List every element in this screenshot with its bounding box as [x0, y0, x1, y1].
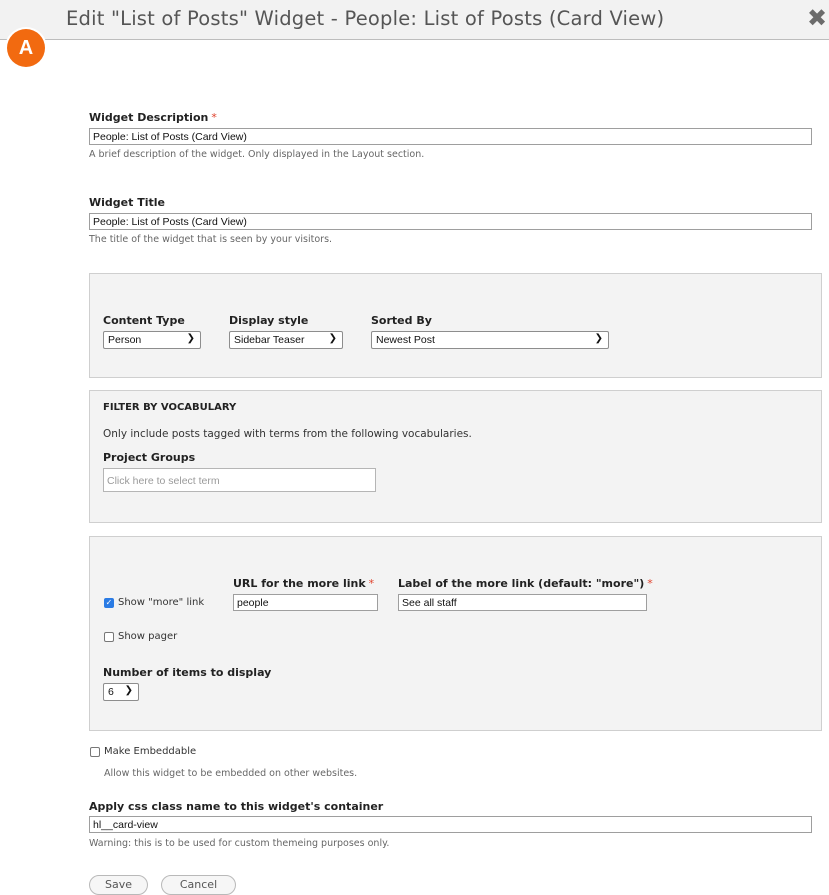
display-style-value: Sidebar Teaser [234, 334, 305, 346]
more-link-panel [89, 536, 822, 731]
embeddable-label: Make Embeddable [104, 746, 197, 757]
required-mark: * [368, 577, 375, 590]
num-items-select[interactable]: 6 ❯ [103, 683, 139, 701]
show-pager-label: Show pager [118, 631, 178, 642]
dialog-titlebar: Edit "List of Posts" Widget - People: Li… [0, 0, 829, 40]
more-link-label-label-text: Label of the more link (default: "more") [398, 577, 645, 590]
css-class-help: Warning: this is to be used for custom t… [89, 838, 390, 849]
step-badge: A [7, 29, 45, 67]
project-groups-input[interactable]: Click here to select term [103, 468, 376, 492]
css-class-label: Apply css class name to this widget's co… [89, 800, 384, 813]
required-mark: * [211, 111, 217, 124]
sorted-by-value: Newest Post [376, 334, 435, 346]
cancel-button[interactable]: Cancel [161, 875, 236, 895]
checkmark-icon: ✓ [105, 598, 113, 607]
num-items-value: 6 [108, 686, 114, 698]
content-type-select[interactable]: Person ❯ [103, 331, 201, 349]
widget-description-input[interactable]: People: List of Posts (Card View) [89, 128, 812, 145]
widget-description-label-text: Widget Description [89, 111, 209, 124]
content-type-label: Content Type [103, 314, 185, 327]
embeddable-help: Allow this widget to be embedded on othe… [104, 768, 358, 779]
sorted-by-label: Sorted By [371, 314, 432, 327]
css-class-input[interactable]: hl__card-view [89, 816, 812, 833]
widget-title-input[interactable]: People: List of Posts (Card View) [89, 213, 812, 230]
chevron-down-icon: ❯ [328, 333, 337, 344]
widget-description-help: A brief description of the widget. Only … [89, 149, 425, 160]
url-more-link-label: URL for the more link * [233, 577, 374, 590]
embeddable-checkbox[interactable] [90, 747, 100, 757]
content-type-value: Person [108, 334, 142, 346]
url-more-link-input[interactable]: people [233, 594, 378, 611]
more-link-label-label: Label of the more link (default: "more")… [398, 577, 653, 590]
close-icon[interactable]: ✖ [807, 6, 827, 30]
show-more-checkbox[interactable]: ✓ [104, 598, 114, 608]
widget-title-help: The title of the widget that is seen by … [89, 234, 333, 245]
display-style-label: Display style [229, 314, 309, 327]
display-style-select[interactable]: Sidebar Teaser ❯ [229, 331, 343, 349]
chevron-down-icon: ❯ [186, 333, 195, 344]
url-more-link-label-text: URL for the more link [233, 577, 366, 590]
chevron-down-icon: ❯ [124, 685, 133, 696]
dialog-title: Edit "List of Posts" Widget - People: Li… [66, 7, 665, 30]
sorted-by-select[interactable]: Newest Post ❯ [371, 331, 609, 349]
filter-heading: FILTER BY VOCABULARY [103, 402, 237, 413]
project-groups-label: Project Groups [103, 451, 196, 464]
more-link-label-input[interactable]: See all staff [398, 594, 647, 611]
widget-title-label: Widget Title [89, 196, 165, 209]
chevron-down-icon: ❯ [594, 333, 603, 344]
filter-intro: Only include posts tagged with terms fro… [103, 428, 472, 440]
required-mark: * [647, 577, 653, 590]
show-more-label: Show "more" link [118, 597, 205, 608]
save-button[interactable]: Save [89, 875, 148, 895]
widget-description-label: Widget Description * [89, 111, 217, 124]
num-items-label: Number of items to display [103, 666, 272, 679]
content-settings-panel [89, 273, 822, 378]
show-pager-checkbox[interactable] [104, 632, 114, 642]
